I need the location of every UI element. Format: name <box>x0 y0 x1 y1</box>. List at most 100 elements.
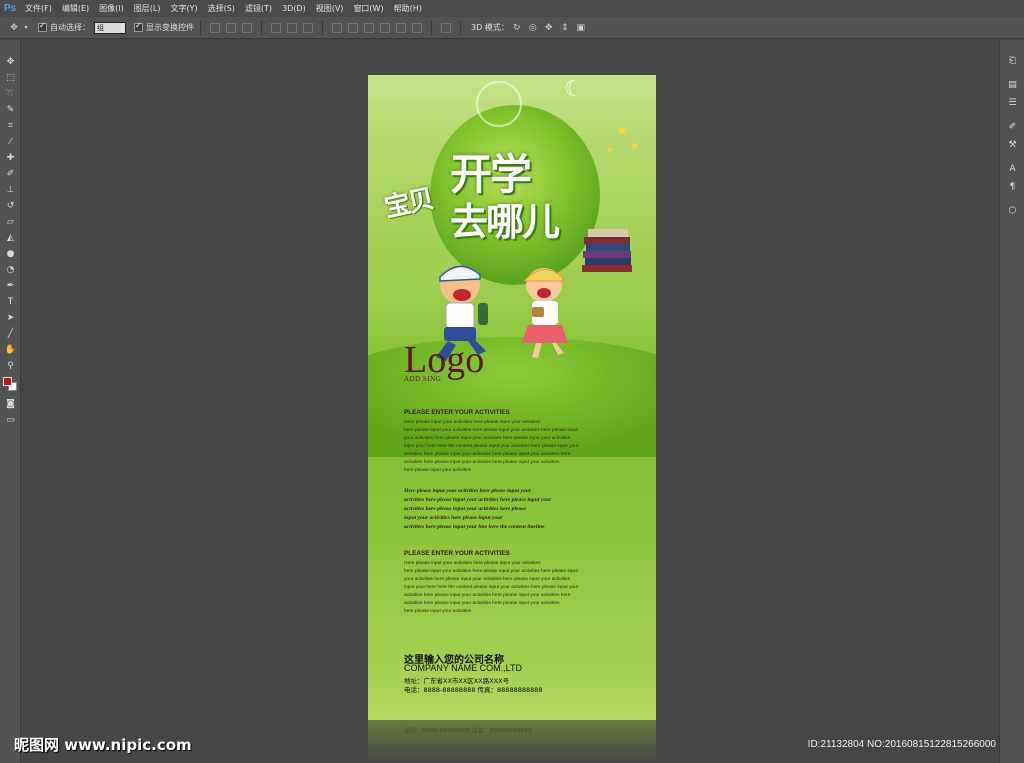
show-transform-checkbox[interactable] <box>134 21 143 32</box>
ferris-wheel-illustration <box>476 81 522 127</box>
line-tool-icon[interactable]: ╱ <box>0 326 21 342</box>
photoshop-logo: Ps <box>3 3 17 14</box>
distribute-bottom-icon[interactable] <box>364 22 374 33</box>
eyedropper-tool-icon[interactable]: ⁄ <box>0 134 21 150</box>
menu-view[interactable]: 视图(V) <box>311 0 349 17</box>
menu-image[interactable]: 图像(I) <box>94 0 129 17</box>
3d-slide-icon[interactable]: ⇕ <box>557 21 573 35</box>
align-top-icon[interactable] <box>210 22 220 33</box>
brush-panel-icon[interactable]: ✐ <box>1000 118 1024 136</box>
italic-line: input your activities here please input … <box>404 515 503 521</box>
quick-select-tool-icon[interactable]: ✎ <box>0 102 21 118</box>
blur-tool-icon[interactable]: ● <box>0 246 21 262</box>
distribute-center-icon[interactable] <box>396 22 406 33</box>
screen-mode-icon[interactable]: ▭ <box>0 412 21 428</box>
watermark-site: 昵图网 www.nipic.com <box>14 736 192 754</box>
section-2-line: input your here here the content please … <box>404 585 579 590</box>
brush-tool-icon[interactable]: ✐ <box>0 166 21 182</box>
section-1-line: your activities here please input your a… <box>404 436 571 441</box>
auto-select-checkbox[interactable] <box>38 21 47 32</box>
italic-line: activities here please input your activi… <box>404 506 526 512</box>
section-2-line: here please input your activities <box>404 609 472 614</box>
canvas-reflection: 电话：8888-88888888 传真：88888888888 <box>368 720 656 763</box>
marquee-tool-icon[interactable]: ⬚ <box>0 70 21 86</box>
healing-brush-tool-icon[interactable]: ✚ <box>0 150 21 166</box>
italic-line: Here please input your activities here p… <box>404 488 532 494</box>
distribute-right-icon[interactable] <box>412 22 422 33</box>
path-select-tool-icon[interactable]: ➤ <box>0 310 21 326</box>
section-1-line: Here please input your activities here p… <box>404 420 541 425</box>
document-canvas[interactable]: ☾ ★ ★ ★ 宝贝 开学 去哪儿 Logo ADD SING PLEASE E… <box>368 75 656 720</box>
section-2-line: activities here please input your activi… <box>404 593 571 598</box>
options-bar: ✥ ▾ 自动选择： 组 显示变换控件 3D 模式： ↻ ◎ ✥ ⇕ ▣ <box>0 17 1024 39</box>
align-middle-icon[interactable] <box>226 22 236 33</box>
align-bottom-icon[interactable] <box>242 22 252 33</box>
align-left-icon[interactable] <box>271 22 281 33</box>
tool-presets-icon[interactable]: ⚒ <box>1000 136 1024 154</box>
character-panel-icon[interactable]: A <box>1000 160 1024 178</box>
menu-help[interactable]: 帮助(H) <box>389 0 427 17</box>
distribute-top-icon[interactable] <box>332 22 342 33</box>
menu-filter[interactable]: 滤镜(T) <box>240 0 277 17</box>
hand-tool-icon[interactable]: ✋ <box>0 342 21 358</box>
properties-panel-icon[interactable]: ▤ <box>1000 76 1024 94</box>
color-swatches[interactable] <box>0 374 21 396</box>
section-2-line: activities here please input your activi… <box>404 601 560 606</box>
menu-type[interactable]: 文字(Y) <box>165 0 202 17</box>
auto-select-dropdown[interactable]: 组 <box>94 21 126 34</box>
chevron-down-icon[interactable]: ▾ <box>22 21 30 35</box>
panel-dock: ⎗ ▤ ☰ ✐ ⚒ A ¶ ⬡ <box>999 40 1024 763</box>
3d-roll-icon[interactable]: ◎ <box>525 21 541 35</box>
clone-stamp-tool-icon[interactable]: ⊥ <box>0 182 21 198</box>
history-brush-tool-icon[interactable]: ↺ <box>0 198 21 214</box>
3d-scale-icon[interactable]: ▣ <box>573 21 589 35</box>
menu-file[interactable]: 文件(F) <box>20 0 57 17</box>
move-tool-icon[interactable]: ✥ <box>0 54 21 70</box>
menu-bar: Ps 文件(F) 编辑(E) 图像(I) 图层(L) 文字(Y) 选择(S) 滤… <box>0 0 1024 17</box>
menu-3d[interactable]: 3D(D) <box>277 0 311 17</box>
quick-mask-icon[interactable]: ◙ <box>0 396 21 412</box>
eraser-tool-icon[interactable]: ▱ <box>0 214 21 230</box>
section-1-line: here please input your activities here p… <box>404 428 578 433</box>
girl-illustration <box>522 268 568 358</box>
3d-mode-label: 3D 模式： <box>471 23 509 32</box>
dodge-tool-icon[interactable]: ◔ <box>0 262 21 278</box>
move-tool-icon[interactable]: ✥ <box>6 21 22 35</box>
type-tool-icon[interactable]: T <box>0 294 21 310</box>
zoom-tool-icon[interactable]: ⚲ <box>0 358 21 374</box>
distribute-middle-icon[interactable] <box>348 22 358 33</box>
lasso-tool-icon[interactable]: ➰ <box>0 86 21 102</box>
section-1-heading: PLEASE ENTER YOUR ACTIVITIES <box>404 409 510 416</box>
pen-tool-icon[interactable]: ✒ <box>0 278 21 294</box>
section-2-heading: PLEASE ENTER YOUR ACTIVITIES <box>404 550 510 557</box>
show-transform-label: 显示变换控件 <box>146 23 194 32</box>
foreground-color[interactable] <box>3 377 12 386</box>
history-panel-icon[interactable]: ⎗ <box>1000 52 1024 70</box>
3d-rotate-icon[interactable]: ↻ <box>509 21 525 35</box>
crop-tool-icon[interactable]: ⌗ <box>0 118 21 134</box>
menu-layer[interactable]: 图层(L) <box>129 0 166 17</box>
align-right-icon[interactable] <box>303 22 313 33</box>
italic-line: activities here please input your activi… <box>404 497 552 503</box>
poster-logo-subtitle: ADD SING <box>404 375 442 383</box>
auto-align-icon[interactable] <box>441 22 451 33</box>
watermark-id: ID:21132804 NO:20160815122815266000 <box>807 739 996 750</box>
adjustments-panel-icon[interactable]: ☰ <box>1000 94 1024 112</box>
3d-pan-icon[interactable]: ✥ <box>541 21 557 35</box>
paint-bucket-tool-icon[interactable]: ◭ <box>0 230 21 246</box>
paragraph-panel-icon[interactable]: ¶ <box>1000 178 1024 196</box>
3d-panel-icon[interactable]: ⬡ <box>1000 202 1024 220</box>
separator <box>200 20 201 35</box>
star-icon: ★ <box>616 123 629 139</box>
poster-logo: Logo <box>404 339 485 381</box>
menu-window[interactable]: 窗口(W) <box>348 0 388 17</box>
tools-panel: ✥ ⬚ ➰ ✎ ⌗ ⁄ ✚ ✐ ⊥ ↺ ▱ ◭ ● ◔ ✒ T ➤ ╱ ✋ ⚲ … <box>0 40 21 763</box>
section-1-line: here please input your activities <box>404 468 472 473</box>
menu-edit[interactable]: 编辑(E) <box>57 0 94 17</box>
auto-select-label: 自动选择： <box>50 23 90 32</box>
align-center-icon[interactable] <box>287 22 297 33</box>
headline-qunaer: 去哪儿 <box>450 200 560 244</box>
moon-icon: ☾ <box>564 77 584 102</box>
distribute-left-icon[interactable] <box>380 22 390 33</box>
menu-select[interactable]: 选择(S) <box>203 0 240 17</box>
